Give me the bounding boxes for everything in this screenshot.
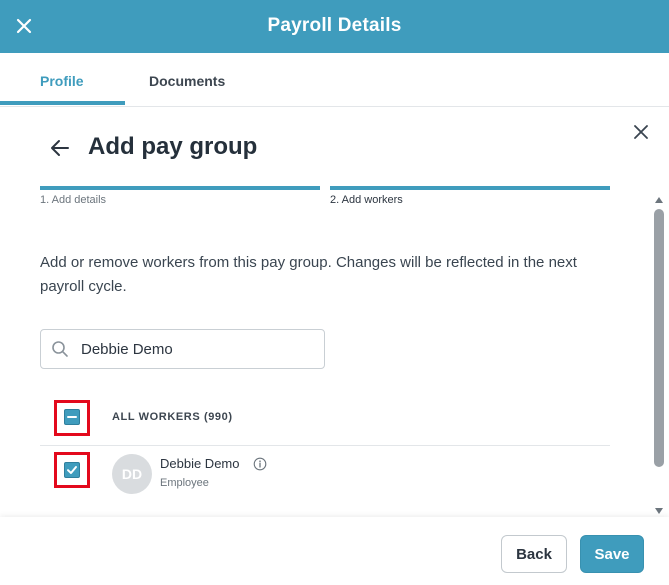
step-label-add-workers: 2. Add workers <box>330 194 403 206</box>
footer-bar: Back Save <box>0 517 669 585</box>
info-icon[interactable] <box>253 457 267 471</box>
back-arrow-icon[interactable] <box>48 136 72 160</box>
back-button[interactable]: Back <box>501 535 567 573</box>
active-tab-indicator <box>0 101 125 105</box>
scroll-down-icon[interactable] <box>653 503 665 514</box>
worker-role: Employee <box>160 477 209 489</box>
avatar: DD <box>112 454 152 494</box>
search-field[interactable] <box>40 329 325 369</box>
save-button[interactable]: Save <box>580 535 644 573</box>
panel-heading: Add pay group <box>88 133 258 160</box>
scrollbar-thumb[interactable] <box>654 209 664 467</box>
step-label-add-details: 1. Add details <box>40 194 107 206</box>
scroll-up-icon[interactable] <box>653 192 665 203</box>
page-title: Payroll Details <box>267 15 402 36</box>
search-input[interactable] <box>81 330 316 368</box>
minus-icon <box>67 416 77 418</box>
top-bar: Payroll Details <box>0 0 669 53</box>
step-progress-1 <box>40 186 320 190</box>
check-icon <box>67 466 77 474</box>
row-divider <box>40 445 610 446</box>
tab-documents[interactable]: Documents <box>149 73 225 89</box>
worker-name: Debbie Demo <box>160 456 240 471</box>
step-progress-2 <box>330 186 610 190</box>
worker-checkbox[interactable] <box>64 462 80 478</box>
search-icon <box>51 340 69 358</box>
all-workers-label: ALL WORKERS (990) <box>112 411 233 423</box>
description-text: Add or remove workers from this pay grou… <box>40 254 577 295</box>
tab-profile[interactable]: Profile <box>40 73 84 89</box>
select-all-checkbox[interactable] <box>64 409 80 425</box>
tab-bar: Profile Documents <box>0 53 669 107</box>
close-panel-icon[interactable] <box>631 122 651 142</box>
